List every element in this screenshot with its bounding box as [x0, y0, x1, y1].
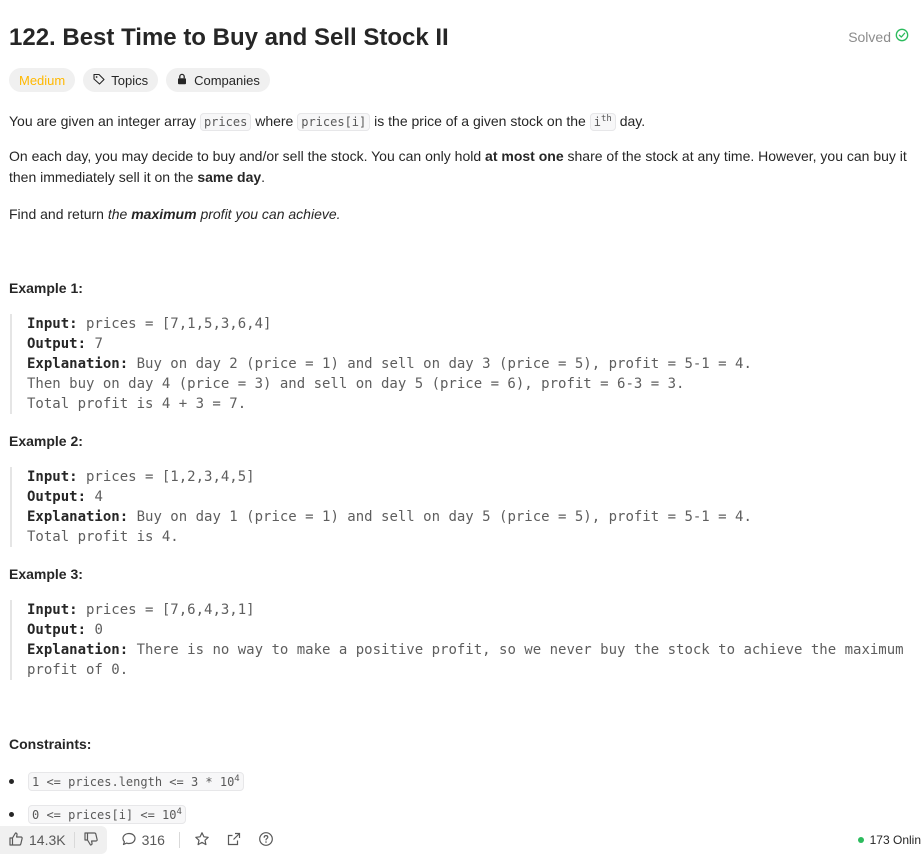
inline-code: prices[i] [297, 113, 371, 131]
comment-icon [121, 831, 137, 850]
problem-header: 122. Best Time to Buy and Sell Stock II … [9, 22, 909, 54]
output-label: Output: [27, 622, 87, 638]
difficulty-badge: Medium [9, 68, 76, 92]
topics-label: Topics [111, 72, 149, 88]
ith-superscript: th [600, 114, 612, 124]
constraint-code: 1 <= prices.length <= 3 * 104 [28, 771, 244, 791]
like-count: 14.3K [29, 832, 66, 848]
help-button[interactable] [250, 831, 282, 850]
explanation-value: Buy on day 1 (price = 1) and sell on day… [27, 509, 752, 545]
italic-text: the [107, 206, 132, 222]
solved-status: Solved [848, 28, 909, 45]
comment-count: 316 [141, 832, 165, 848]
vote-group: 14.3K [0, 826, 107, 854]
inline-code-ith: ith [589, 113, 616, 131]
problem-description-panel: 122. Best Time to Buy and Sell Stock II … [0, 0, 921, 826]
ith-base: i [593, 115, 601, 129]
online-users-indicator: 173 Onlin [857, 833, 921, 847]
bold-text: same day [197, 169, 262, 185]
constraints-list: 1 <= prices.length <= 3 * 104 0 <= price… [9, 770, 244, 825]
text-run: is the price of a given stock on the [370, 113, 590, 129]
constraint-code: 0 <= prices[i] <= 104 [28, 804, 186, 824]
bold-italic-text: maximum [131, 206, 197, 222]
text-run: where [251, 113, 298, 129]
input-label: Input: [27, 316, 78, 332]
output-label: Output: [27, 336, 87, 352]
constraint-item: 1 <= prices.length <= 3 * 104 [9, 770, 244, 792]
thumbs-up-icon [8, 831, 24, 850]
example-2-title: Example 2: [9, 433, 83, 449]
constraints-title: Constraints: [9, 736, 92, 752]
constraint-superscript: 4 [234, 773, 240, 784]
explanation-label: Explanation: [27, 642, 129, 658]
description-paragraph-2: On each day, you may decide to buy and/o… [9, 146, 907, 188]
comments-button[interactable]: 316 [113, 831, 173, 850]
thumbs-down-icon [83, 831, 99, 850]
explanation-value: Buy on day 2 (price = 1) and sell on day… [27, 356, 752, 412]
question-circle-icon [258, 831, 274, 850]
output-value: 0 [86, 622, 103, 638]
text-run: . [261, 169, 266, 185]
online-count: 173 Onlin [869, 833, 921, 847]
inline-code: prices [199, 113, 252, 131]
text-run: You are given an integer array [9, 113, 200, 129]
companies-label: Companies [194, 72, 260, 88]
constraint-text: 1 <= prices.length <= 3 * 10 [32, 774, 235, 789]
explanation-label: Explanation: [27, 356, 129, 372]
italic-text: profit you can achieve. [196, 206, 341, 222]
constraint-text: 0 <= prices[i] <= 10 [32, 807, 177, 822]
tag-icon [93, 73, 105, 88]
input-value: prices = [7,1,5,3,6,4] [77, 316, 272, 332]
bold-text: at most one [485, 148, 564, 164]
example-2-block: Input: prices = [1,2,3,4,5] Output: 4 Ex… [10, 467, 911, 547]
footer-divider [178, 832, 180, 848]
problem-title[interactable]: 122. Best Time to Buy and Sell Stock II [9, 22, 909, 54]
external-link-icon [226, 831, 242, 850]
problem-footer-toolbar: 14.3K 316 173 Onlin [0, 826, 921, 854]
constraint-item: 0 <= prices[i] <= 104 [9, 803, 244, 825]
example-3-block: Input: prices = [7,6,4,3,1] Output: 0 Ex… [10, 600, 911, 680]
text-run: Find and return [9, 206, 108, 222]
favorite-button[interactable] [186, 831, 218, 850]
solved-label: Solved [848, 28, 891, 45]
input-value: prices = [7,6,4,3,1] [77, 602, 255, 618]
output-label: Output: [27, 489, 87, 505]
output-value: 7 [86, 336, 103, 352]
constraint-superscript: 4 [176, 806, 182, 817]
lock-icon [176, 73, 188, 88]
dislike-button[interactable] [75, 826, 107, 854]
star-icon [194, 831, 210, 850]
like-button[interactable]: 14.3K [0, 826, 74, 854]
text-run: day. [615, 113, 646, 129]
example-1-block: Input: prices = [7,1,5,3,6,4] Output: 7 … [10, 314, 911, 414]
problem-tags: Medium Topics Companies [9, 68, 270, 92]
topics-button[interactable]: Topics [83, 68, 159, 92]
input-value: prices = [1,2,3,4,5] [77, 469, 255, 485]
companies-button[interactable]: Companies [166, 68, 270, 92]
share-button[interactable] [218, 831, 250, 850]
difficulty-label: Medium [19, 72, 66, 88]
output-value: 4 [86, 489, 103, 505]
example-3-title: Example 3: [9, 566, 83, 582]
input-label: Input: [27, 602, 78, 618]
explanation-label: Explanation: [27, 509, 129, 525]
online-dot-icon [857, 837, 864, 843]
example-1-title: Example 1: [9, 280, 83, 296]
description-paragraph-1: You are given an integer array prices wh… [9, 109, 907, 133]
input-label: Input: [27, 469, 78, 485]
check-circle-icon [895, 28, 909, 45]
explanation-value: There is no way to make a positive profi… [27, 642, 913, 678]
text-run: On each day, you may decide to buy and/o… [9, 148, 486, 164]
description-paragraph-3: Find and return the maximum profit you c… [9, 204, 907, 225]
